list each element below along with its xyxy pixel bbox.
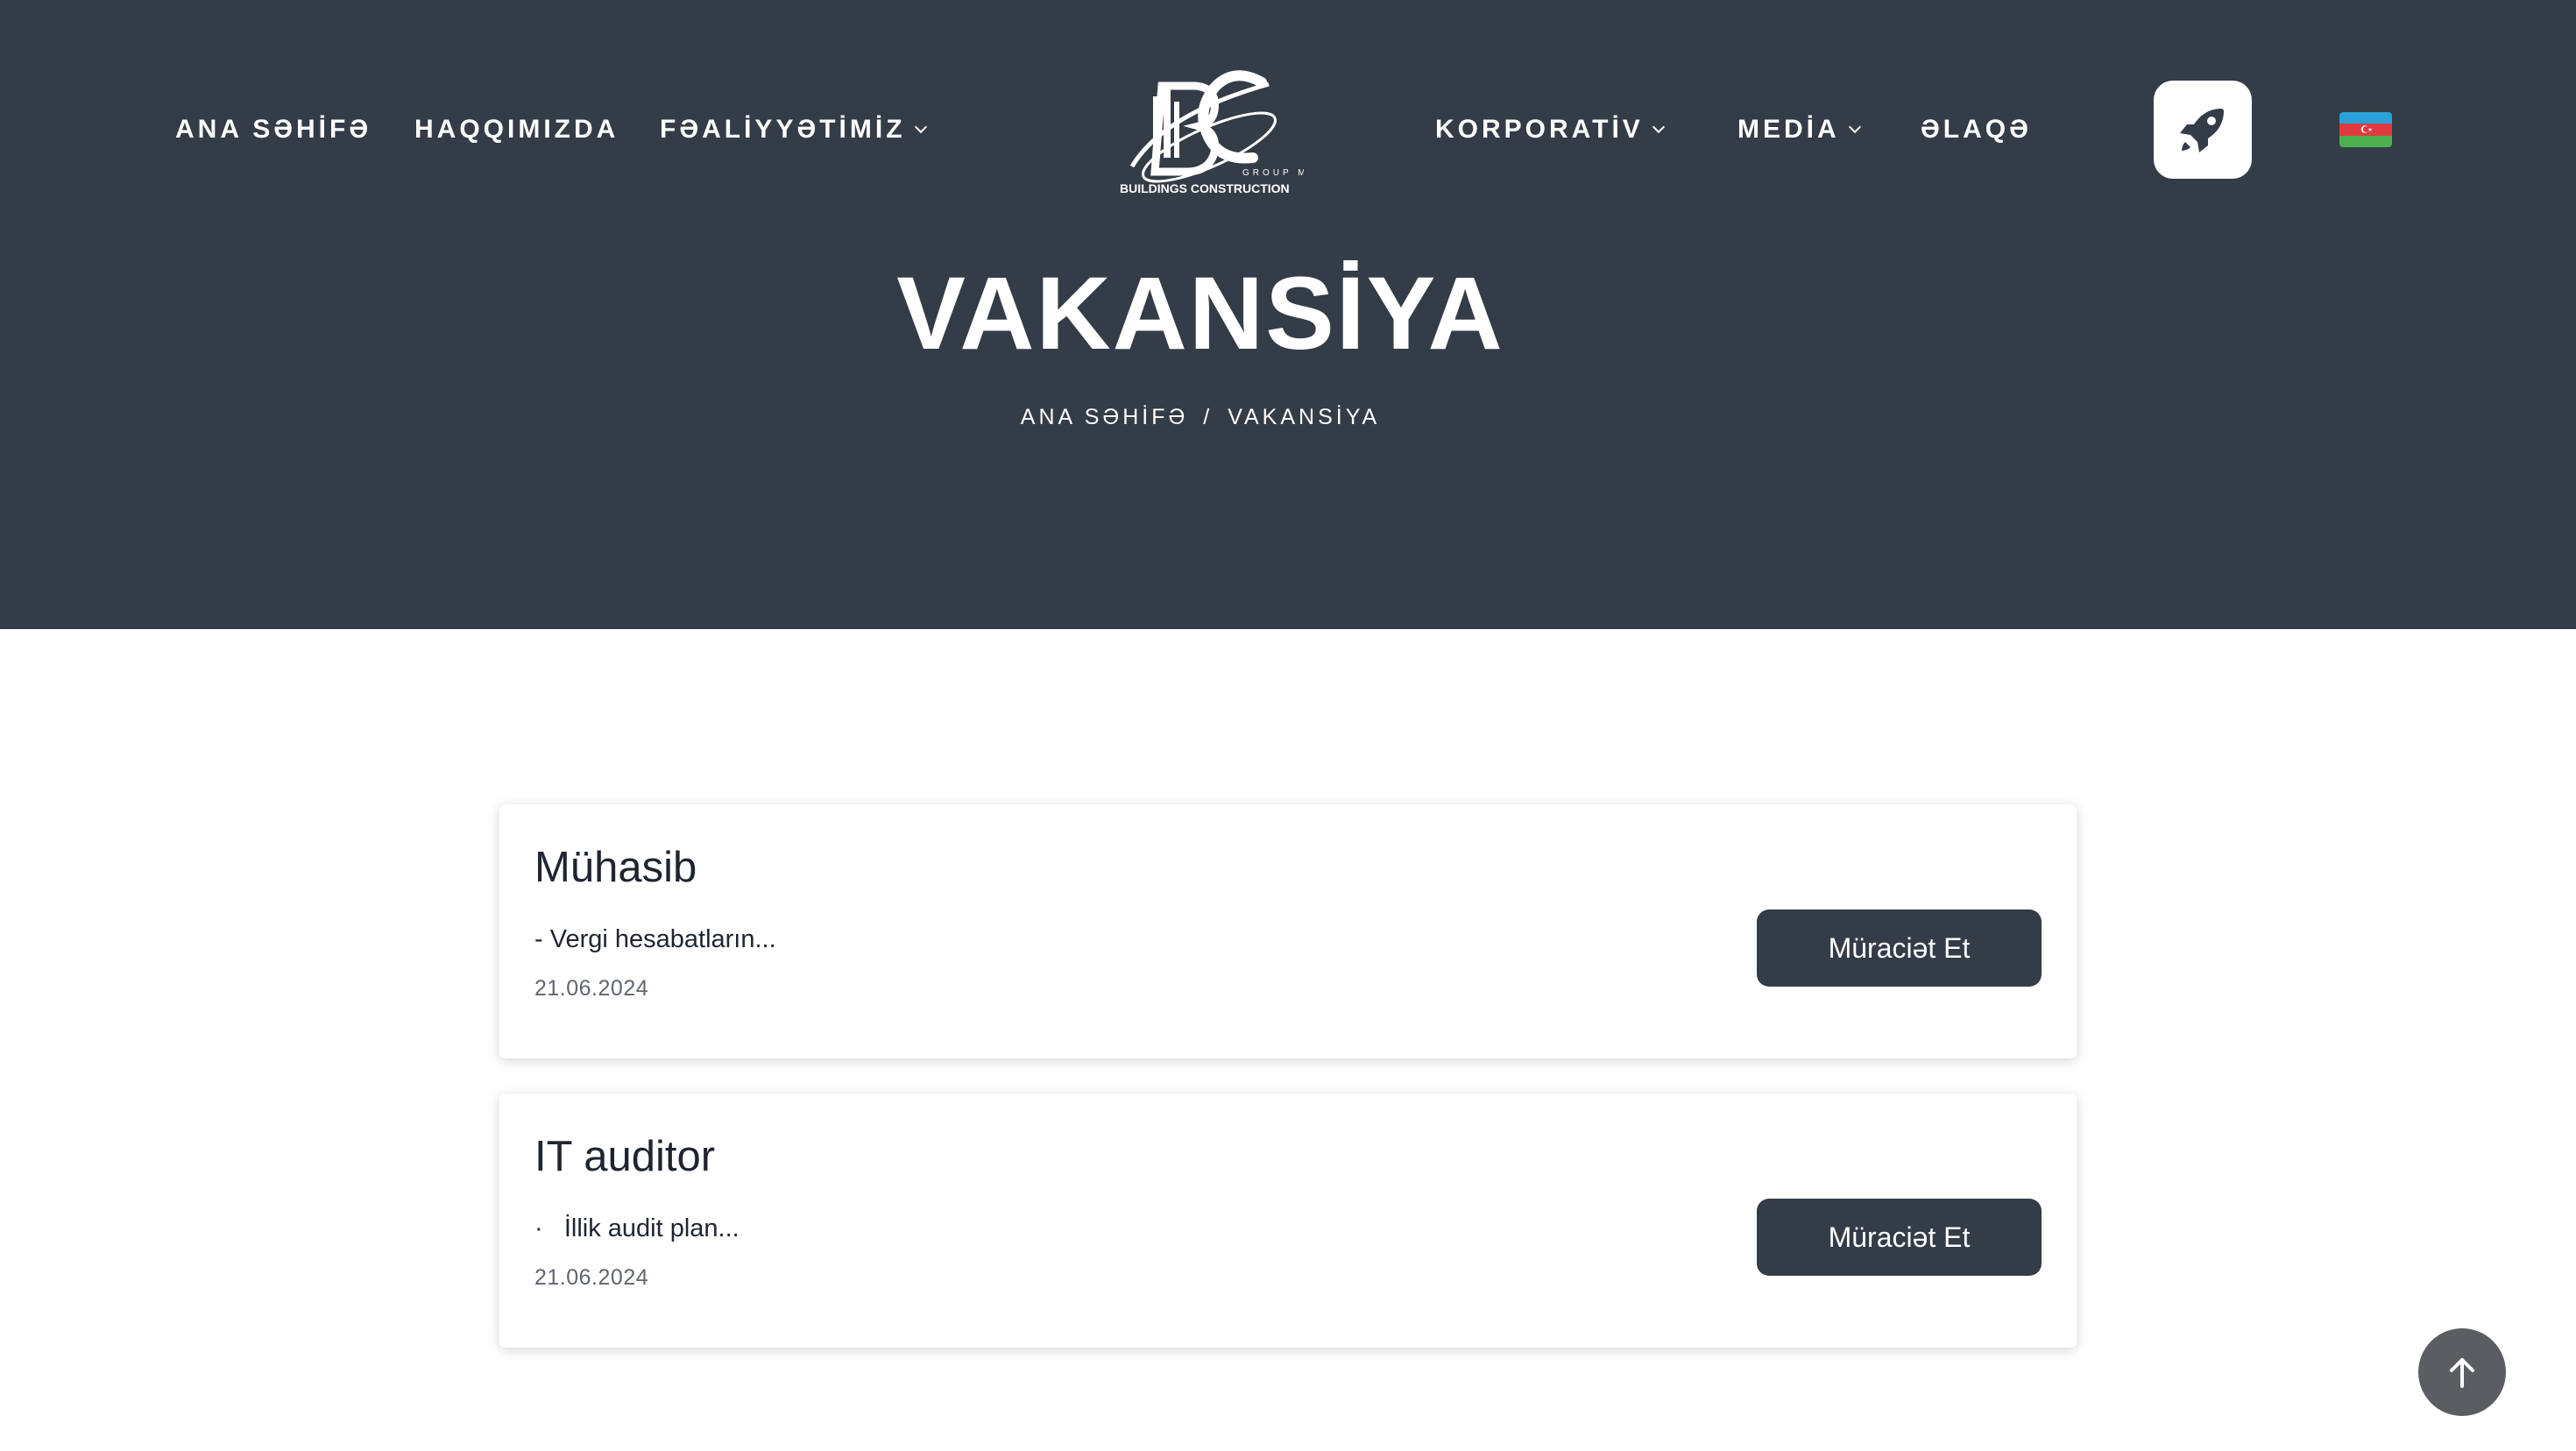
breadcrumb-separator: / <box>1203 405 1214 429</box>
nav-about[interactable]: HAQQIMIZDA <box>414 112 619 147</box>
chevron-down-icon <box>1652 120 1665 134</box>
nav-home-label: ANA SƏHİFƏ <box>175 115 372 144</box>
nav-contact[interactable]: ƏLAQƏ <box>1921 112 2032 147</box>
company-logo[interactable]: GROUP MMC BUILDINGS CONSTRUCTION <box>1111 61 1326 200</box>
nav-home[interactable]: ANA SƏHİFƏ <box>175 112 372 147</box>
breadcrumb-home[interactable]: ANA SƏHİFƏ <box>1021 405 1189 429</box>
nav-media-label: MEDİA <box>1737 115 1840 144</box>
header-hero: ANA SƏHİFƏ HAQQIMIZDA FƏALİYYƏTİMİZ GROU… <box>0 0 2576 629</box>
vacancy-card: IT auditor · İllik audit plan... 21.06.2… <box>499 1094 2077 1348</box>
vacancy-card: Mühasib - Vergi hesabatların... 21.06.20… <box>499 804 2077 1058</box>
vacancy-date: 21.06.2024 <box>534 1265 649 1290</box>
nav-activities[interactable]: FƏALİYYƏTİMİZ <box>660 112 927 147</box>
svg-text:GROUP MMC: GROUP MMC <box>1242 168 1304 178</box>
nav-activities-label: FƏALİYYƏTİMİZ <box>660 115 906 144</box>
nav-contact-label: ƏLAQƏ <box>1921 115 2032 144</box>
nav-media[interactable]: MEDİA <box>1737 112 1861 147</box>
vacancy-date: 21.06.2024 <box>534 976 649 1001</box>
chevron-down-icon <box>1848 120 1861 134</box>
page-title: VAKANSİYA <box>896 256 1504 372</box>
rocket-icon <box>2180 109 2224 152</box>
nav-corporate[interactable]: KORPORATİV <box>1435 112 1665 147</box>
nav-corporate-label: KORPORATİV <box>1435 115 1644 144</box>
vacancy-description: - Vergi hesabatların... <box>534 925 776 953</box>
azerbaijan-flag-icon[interactable] <box>2339 112 2392 147</box>
nav-about-label: HAQQIMIZDA <box>414 115 619 144</box>
apply-button[interactable]: Müraciət Et <box>1757 1199 2042 1276</box>
vacancy-description: · İllik audit plan... <box>534 1214 740 1242</box>
scroll-to-top-button[interactable] <box>2418 1328 2506 1416</box>
breadcrumb-current: VAKANSİYA <box>1228 405 1381 429</box>
breadcrumb: ANA SƏHİFƏ / VAKANSİYA <box>0 405 2401 430</box>
rocket-button[interactable] <box>2154 81 2252 179</box>
svg-text:BUILDINGS CONSTRUCTION: BUILDINGS CONSTRUCTION <box>1120 181 1290 195</box>
vacancy-title: Mühasib <box>534 844 697 891</box>
apply-button[interactable]: Müraciət Et <box>1757 910 2042 987</box>
arrow-up-icon <box>2450 1358 2474 1388</box>
vacancy-title: IT auditor <box>534 1133 716 1180</box>
chevron-down-icon <box>914 120 927 134</box>
